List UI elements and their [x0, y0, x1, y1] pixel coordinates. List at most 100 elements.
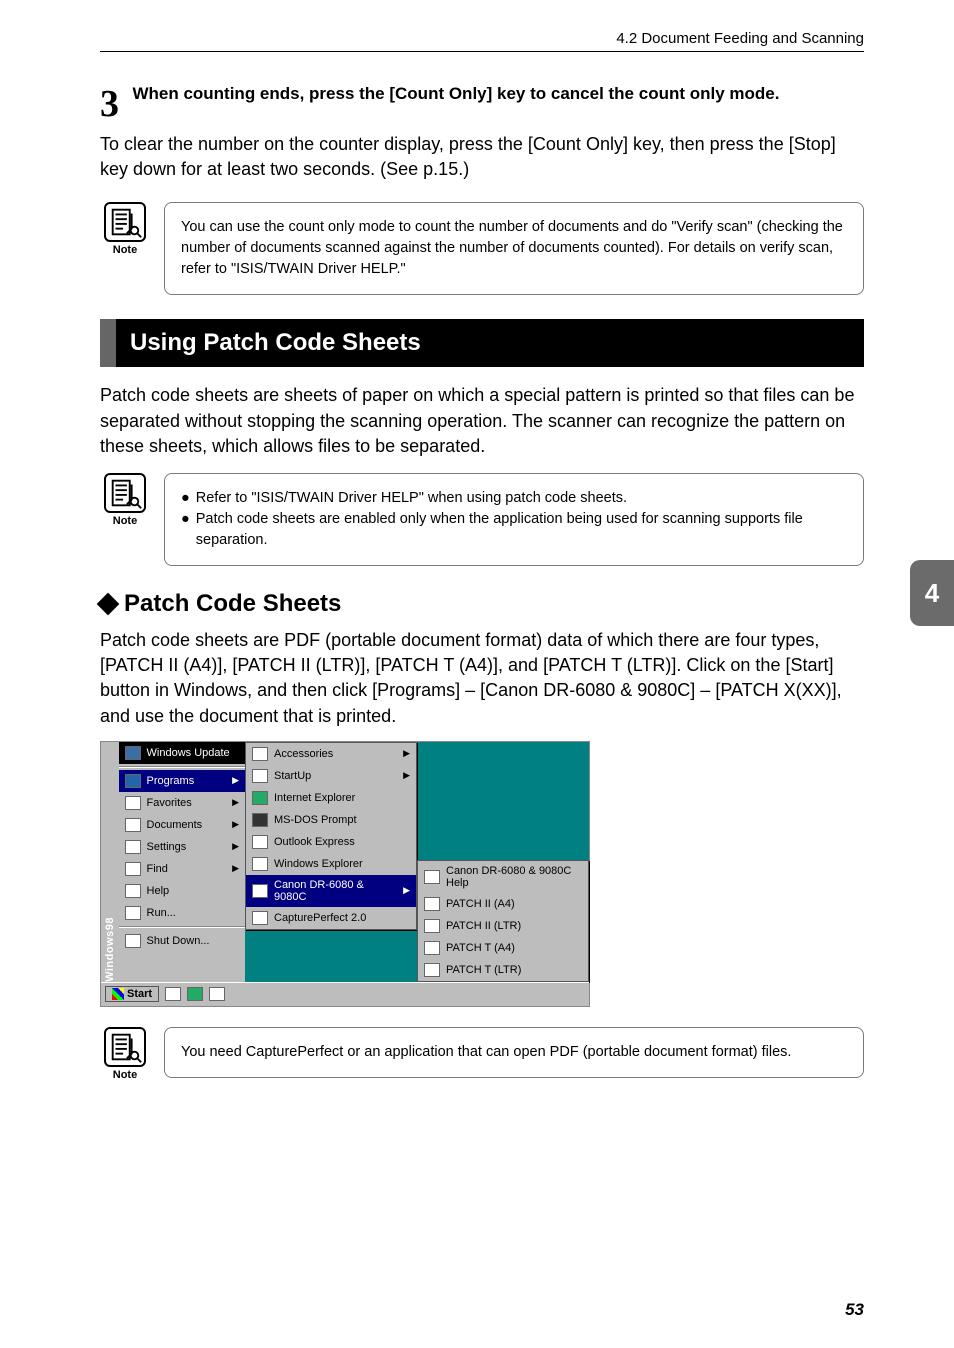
canon-patcht-ltr[interactable]: PATCH T (LTR): [418, 959, 588, 981]
tray-icon[interactable]: [209, 987, 225, 1001]
submenu-canon[interactable]: Canon DR-6080 & 9080C▶: [246, 875, 416, 907]
bullet-dot: ●: [181, 488, 190, 509]
canon-patcht-a4[interactable]: PATCH T (A4): [418, 937, 588, 959]
step-number: 3: [100, 82, 128, 126]
canon-patch2-ltr[interactable]: PATCH II (LTR): [418, 915, 588, 937]
submenu-ie[interactable]: Internet Explorer: [246, 787, 416, 809]
folder-icon: [252, 769, 268, 783]
submenu-outlook-label: Outlook Express: [274, 836, 355, 848]
bullet-dot: ●: [181, 509, 190, 551]
menu-find-label: Find: [147, 863, 168, 875]
menu-help[interactable]: Help: [119, 880, 245, 902]
taskbar[interactable]: Start: [101, 982, 589, 1006]
submenu-msdos[interactable]: MS-DOS Prompt: [246, 809, 416, 831]
chevron-right-icon: ▶: [232, 841, 239, 852]
note-2-box: ●Refer to "ISIS/TWAIN Driver HELP" when …: [164, 473, 864, 566]
tray-icon[interactable]: [187, 987, 203, 1001]
canon-patcht-ltr-label: PATCH T (LTR): [446, 964, 521, 976]
step-3: 3 When counting ends, press the [Count O…: [100, 82, 864, 182]
note-icon: [104, 1027, 146, 1067]
subheading-text: Patch Code Sheets: [124, 590, 341, 618]
submenu-accessories-label: Accessories: [274, 748, 333, 760]
chapter-tab: 4: [910, 560, 954, 626]
ie-icon: [252, 791, 268, 805]
submenu-captureperfect[interactable]: CapturePerfect 2.0: [246, 907, 416, 929]
explorer-icon: [252, 857, 268, 871]
menu-favorites[interactable]: Favorites▶: [119, 792, 245, 814]
tray-icon[interactable]: [165, 987, 181, 1001]
note-1: Note You can use the count only mode to …: [100, 202, 864, 295]
submenu-ie-label: Internet Explorer: [274, 792, 355, 804]
note-1-label: Note: [100, 244, 150, 256]
submenu-msdos-label: MS-DOS Prompt: [274, 814, 357, 826]
canon-patcht-a4-label: PATCH T (A4): [446, 942, 515, 954]
note-3-text: You need CapturePerfect or an applicatio…: [164, 1027, 864, 1078]
step-3-desc: To clear the number on the counter displ…: [72, 132, 864, 182]
header-breadcrumb: 4.2 Document Feeding and Scanning: [100, 30, 864, 52]
start-banner-text: Windows98: [104, 913, 116, 982]
submenu-startup[interactable]: StartUp ▶: [246, 765, 416, 787]
shutdown-icon: [125, 934, 141, 948]
pdf-icon: [424, 897, 440, 911]
step-3-title: When counting ends, press the [Count Onl…: [132, 82, 862, 107]
note-2-bullet-1: Patch code sheets are enabled only when …: [196, 509, 847, 551]
windows-screenshot: Windows98 Windows Update Programs▶ Favor…: [100, 741, 590, 1007]
para-2: Patch code sheets are PDF (portable docu…: [100, 628, 864, 729]
canon-submenu[interactable]: Canon DR-6080 & 9080C Help PATCH II (A4)…: [417, 860, 589, 982]
globe-icon: [125, 746, 141, 760]
menu-shutdown[interactable]: Shut Down...: [119, 930, 245, 952]
documents-icon: [125, 818, 141, 832]
chevron-right-icon: ▶: [232, 775, 239, 786]
canon-patch2-a4-label: PATCH II (A4): [446, 898, 515, 910]
subheading: Patch Code Sheets: [100, 590, 864, 618]
menu-run[interactable]: Run...: [119, 902, 245, 924]
chevron-right-icon: ▶: [232, 797, 239, 808]
run-icon: [125, 906, 141, 920]
find-icon: [125, 862, 141, 876]
outlook-icon: [252, 835, 268, 849]
diamond-icon: [97, 593, 120, 616]
pdf-icon: [424, 919, 440, 933]
start-menu[interactable]: Windows Update Programs▶ Favorites▶ Docu…: [119, 742, 245, 982]
para-1: Patch code sheets are sheets of paper on…: [100, 383, 864, 459]
settings-icon: [125, 840, 141, 854]
page-number: 53: [845, 1300, 864, 1320]
canon-patch2-ltr-label: PATCH II (LTR): [446, 920, 521, 932]
folder-icon: [252, 747, 268, 761]
start-button-label: Start: [127, 988, 152, 1000]
start-button[interactable]: Start: [105, 986, 159, 1002]
submenu-winexplorer-label: Windows Explorer: [274, 858, 363, 870]
chevron-right-icon: ▶: [403, 885, 410, 896]
submenu-accessories[interactable]: Accessories ▶: [246, 743, 416, 765]
menu-find[interactable]: Find ▶: [119, 858, 245, 880]
app-icon: [252, 911, 268, 925]
submenu-startup-label: StartUp: [274, 770, 311, 782]
menu-settings[interactable]: Settings▶: [119, 836, 245, 858]
programs-submenu[interactable]: Accessories▶ StartUp▶ Internet Explorer …: [245, 742, 417, 930]
chevron-right-icon: ▶: [403, 748, 410, 759]
menu-run-label: Run...: [147, 907, 176, 919]
note-1-text: You can use the count only mode to count…: [164, 202, 864, 295]
menu-help-label: Help: [147, 885, 170, 897]
menu-documents[interactable]: Documents▶: [119, 814, 245, 836]
menu-windows-update[interactable]: Windows Update: [119, 742, 245, 764]
msdos-icon: [252, 813, 268, 827]
chevron-right-icon: ▶: [403, 770, 410, 781]
canon-patch2-a4[interactable]: PATCH II (A4): [418, 893, 588, 915]
chevron-right-icon: ▶: [232, 863, 239, 874]
canon-help-label: Canon DR-6080 & 9080C Help: [446, 865, 582, 889]
submenu-outlook[interactable]: Outlook Express: [246, 831, 416, 853]
note-icon: [104, 473, 146, 513]
submenu-winexplorer[interactable]: Windows Explorer: [246, 853, 416, 875]
menu-programs[interactable]: Programs▶: [119, 770, 245, 792]
note-3-label: Note: [100, 1069, 150, 1081]
note-2-label: Note: [100, 515, 150, 527]
start-banner: Windows98: [101, 742, 119, 982]
programs-icon: [125, 774, 141, 788]
help-file-icon: [424, 870, 440, 884]
pdf-icon: [424, 941, 440, 955]
pdf-icon: [424, 963, 440, 977]
windows-update-label: Windows Update: [147, 747, 230, 759]
menu-shutdown-label: Shut Down...: [147, 935, 210, 947]
canon-help[interactable]: Canon DR-6080 & 9080C Help: [418, 861, 588, 893]
